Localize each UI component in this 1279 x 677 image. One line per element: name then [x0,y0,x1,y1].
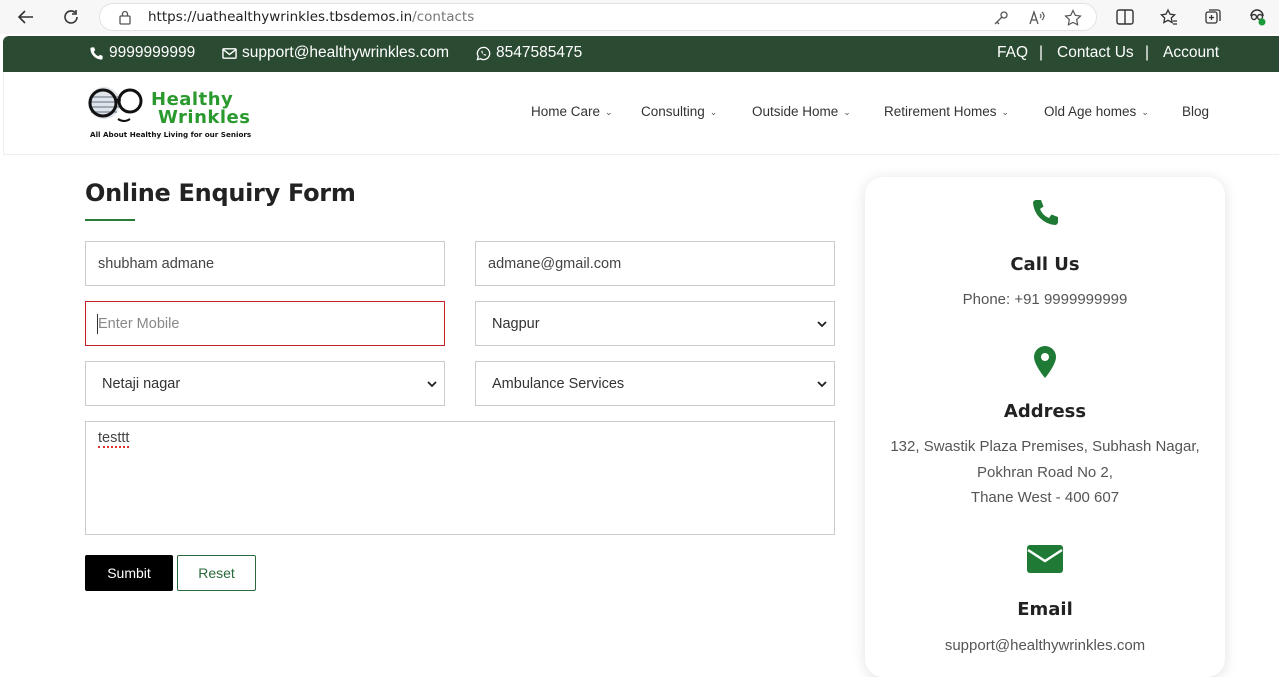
url-path: /contacts [412,9,475,25]
address-bar[interactable]: https://uathealthywrinkles.tbsdemos.in/c… [99,3,1097,31]
menu-consulting[interactable]: Consulting ⌄ [641,104,717,119]
topbar-whatsapp-text: 8547585475 [496,44,583,61]
email-text: support@healthywrinkles.com [944,637,1146,654]
service-select[interactable]: Ambulance Services [475,361,835,406]
faq-link[interactable]: FAQ [997,44,1028,62]
address-line: Pokhran Road No 2, [977,463,1113,481]
mobile-input[interactable]: Enter Mobile [85,301,445,346]
topbar-whatsapp[interactable]: 8547585475 [476,44,582,62]
contact-us-link[interactable]: Contact Us [1057,44,1134,62]
service-selected: Ambulance Services [492,375,625,392]
topbar-link-account[interactable]: Account [1163,44,1219,62]
account-link[interactable]: Account [1163,44,1219,62]
chevron-down-icon: ⌄ [1001,107,1010,117]
submit-label: Sumbit [107,565,151,581]
site-logo[interactable]: Healthy Wrinkles All About Healthy Livin… [86,81,251,141]
city-selected: Nagpur [492,315,540,332]
text-cursor [97,314,98,334]
key-icon[interactable] [992,9,1010,27]
menu-label: Retirement Homes [884,104,997,119]
address-text: 132, Swastik Plaza Premises, Subhash Nag… [865,434,1225,511]
extension-icon[interactable] [1247,7,1267,27]
chevron-down-icon: ⌄ [843,107,851,117]
chevron-down-icon: ⌄ [1141,107,1149,117]
menu-label: Consulting [641,104,705,119]
chevron-down-icon [817,381,827,388]
email-value: admane@gmail.com [488,255,622,272]
call-us-heading: Call Us [1010,254,1080,275]
contact-info-card: Call Us Phone: +91 9999999999 Address 13… [865,177,1225,677]
refresh-icon[interactable] [60,6,82,28]
separator: | [1145,44,1150,61]
menu-label: Blog [1182,104,1210,119]
logo-text-wrinkles: Wrinkles [158,107,251,128]
message-value: testtt [98,430,130,448]
menu-blog[interactable]: Blog [1182,104,1209,119]
call-us-text: Phone: +91 9999999999 [962,291,1128,308]
logo-tagline: All About Healthy Living for our Seniors [90,130,252,139]
area-selected: Netaji nagar [102,375,181,392]
topbar-link-faq[interactable]: FAQ [997,44,1028,62]
menu-outside-home[interactable]: Outside Home ⌄ [752,104,851,119]
address-line: 132, Swastik Plaza Premises, Subhash Nag… [890,438,1200,455]
mobile-placeholder: Enter Mobile [98,315,180,332]
favorite-star-icon[interactable] [1064,9,1082,27]
email-input[interactable]: admane@gmail.com [475,241,835,286]
topbar-email[interactable]: support@healthywrinkles.com [222,44,449,62]
menu-label: Outside Home [752,104,839,119]
whatsapp-icon [476,46,491,61]
topbar-phone[interactable]: 9999999999 [89,44,195,62]
reset-label: Reset [198,565,235,581]
favorites-icon[interactable] [1159,7,1179,27]
split-screen-icon[interactable] [1115,7,1135,27]
chevron-down-icon: ⌄ [709,107,718,117]
title-underline [85,219,135,221]
read-aloud-icon[interactable] [1028,9,1046,27]
topbar-link-contact[interactable]: Contact Us [1057,44,1134,62]
name-value: shubham admane [98,255,215,272]
menu-label: Old Age homes [1044,104,1137,119]
address-line: Thane West - 400 607 [970,489,1120,506]
menu-retirement-homes[interactable]: Retirement Homes ⌄ [884,104,1009,119]
glasses-logo-icon [88,87,143,122]
chevron-down-icon: ⌄ [605,107,613,117]
address-heading: Address [1003,401,1087,422]
collections-icon[interactable] [1203,7,1223,27]
lock-icon[interactable] [118,10,132,25]
browser-toolbar: https://uathealthywrinkles.tbsdemos.in/c… [0,0,1279,34]
email-envelope-icon [1027,545,1063,573]
area-select[interactable]: Netaji nagar [85,361,445,406]
email-heading: Email [1017,599,1073,620]
envelope-icon [222,47,237,59]
phone-icon [90,46,103,60]
city-select[interactable]: Nagpur [475,301,835,346]
back-arrow-icon[interactable] [15,6,37,28]
submit-button[interactable]: Sumbit [85,555,173,591]
chevron-down-icon [817,321,827,328]
phone-icon [1033,200,1058,225]
topbar-phone-text: 9999999999 [109,44,196,61]
menu-old-age-homes[interactable]: Old Age homes ⌄ [1044,104,1149,119]
topbar-email-text: support@healthywrinkles.com [242,44,449,61]
name-input[interactable]: shubham admane [85,241,445,286]
top-info-bar: 9999999999 support@healthywrinkles.com 8… [3,36,1279,72]
reset-button[interactable]: Reset [177,555,256,591]
form-title: Online Enquiry Form [85,179,356,207]
site-header: Healthy Wrinkles All About Healthy Livin… [3,72,1279,155]
url-text: https://uathealthywrinkles.tbsdemos.in/c… [148,9,474,25]
menu-label: Home Care [531,104,601,119]
menu-home-care[interactable]: Home Care ⌄ [531,104,613,119]
url-domain: https://uathealthywrinkles.tbsdemos.in [148,9,413,25]
message-textarea[interactable]: testtt [85,421,835,535]
chevron-down-icon [427,381,437,388]
separator: | [1039,44,1044,61]
location-pin-icon [1034,346,1056,378]
